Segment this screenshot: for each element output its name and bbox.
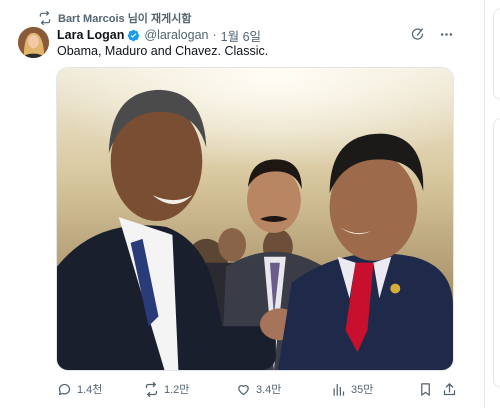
heart-icon	[238, 384, 249, 395]
views-icon	[333, 383, 345, 396]
tweet-header: Lara Logan @laralogan · 1월 6일	[57, 26, 261, 45]
author-handle[interactable]: @laralogan	[144, 28, 208, 42]
views-button[interactable]: 35만	[331, 381, 373, 397]
more-options-icon[interactable]	[439, 27, 454, 42]
avatar[interactable]	[18, 27, 49, 58]
share-button[interactable]	[442, 382, 457, 397]
repost-indicator[interactable]: Bart Marcois 님이 재게시함	[38, 10, 191, 26]
share-icon	[443, 382, 456, 395]
tweet-actions: 1.4천 1.2만 3.4만 35만	[54, 380, 458, 398]
author-name[interactable]: Lara Logan	[57, 28, 124, 42]
sidebar-card	[493, 118, 500, 388]
repost-button[interactable]: 1.2만	[144, 381, 189, 397]
right-sidebar-edge	[484, 0, 500, 408]
repost-label: Bart Marcois 님이 재게시함	[58, 13, 192, 25]
grok-icon[interactable]	[410, 27, 425, 42]
reply-button[interactable]: 1.4천	[57, 381, 102, 397]
tweet-text: Obama, Maduro and Chavez. Classic.	[57, 44, 269, 58]
tweet-top-actions	[410, 27, 454, 42]
bookmark-icon	[421, 382, 430, 396]
tweet-date[interactable]: 1월 6일	[221, 26, 261, 45]
repost-icon	[39, 11, 51, 25]
reply-count: 1.4천	[77, 384, 103, 396]
reply-icon	[58, 383, 71, 395]
tweet-card[interactable]: Bart Marcois 님이 재게시함 Lara Logan @laralog…	[0, 0, 484, 408]
separator-dot: ·	[212, 28, 217, 42]
view-count: 35만	[351, 384, 374, 396]
like-button[interactable]: 3.4만	[236, 381, 281, 397]
bookmark-button[interactable]	[418, 382, 433, 397]
repost-icon	[145, 381, 158, 397]
verified-badge-icon	[128, 29, 140, 41]
like-count: 3.4만	[256, 384, 282, 396]
sidebar-card	[493, 8, 500, 100]
tweet-photo[interactable]	[56, 67, 454, 371]
repost-count: 1.2만	[164, 384, 190, 396]
